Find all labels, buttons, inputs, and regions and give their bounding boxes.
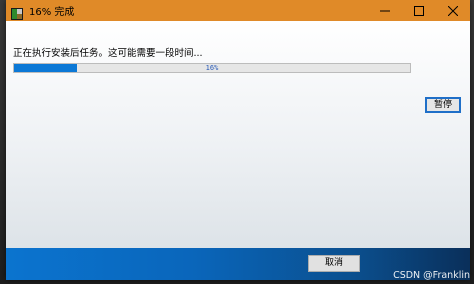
watermark: CSDN @Franklin — [393, 270, 470, 281]
maximize-icon — [414, 5, 424, 16]
window-title: 16% 完成 — [29, 7, 75, 18]
installer-window: 16% 完成 正在执行安装后任务。这可能需要一段时间... 16% 暂停 取消 — [6, 0, 470, 280]
installer-icon — [11, 5, 23, 20]
close-button[interactable] — [436, 0, 470, 21]
progress-bar: 16% — [13, 63, 411, 73]
dialog-body: 正在执行安装后任务。这可能需要一段时间... 16% 暂停 — [6, 21, 470, 248]
cancel-button[interactable]: 取消 — [308, 255, 360, 272]
minimize-button[interactable] — [368, 0, 402, 21]
desktop-background: 16% 完成 正在执行安装后任务。这可能需要一段时间... 16% 暂停 取消 … — [0, 0, 474, 284]
progress-percent-label: 16% — [205, 64, 219, 72]
pause-button[interactable]: 暂停 — [425, 97, 461, 113]
title-bar[interactable]: 16% 完成 — [6, 0, 470, 21]
close-icon — [448, 5, 458, 16]
window-controls — [368, 0, 470, 21]
minimize-icon — [380, 10, 390, 11]
status-message: 正在执行安装后任务。这可能需要一段时间... — [13, 48, 203, 59]
maximize-button[interactable] — [402, 0, 436, 21]
